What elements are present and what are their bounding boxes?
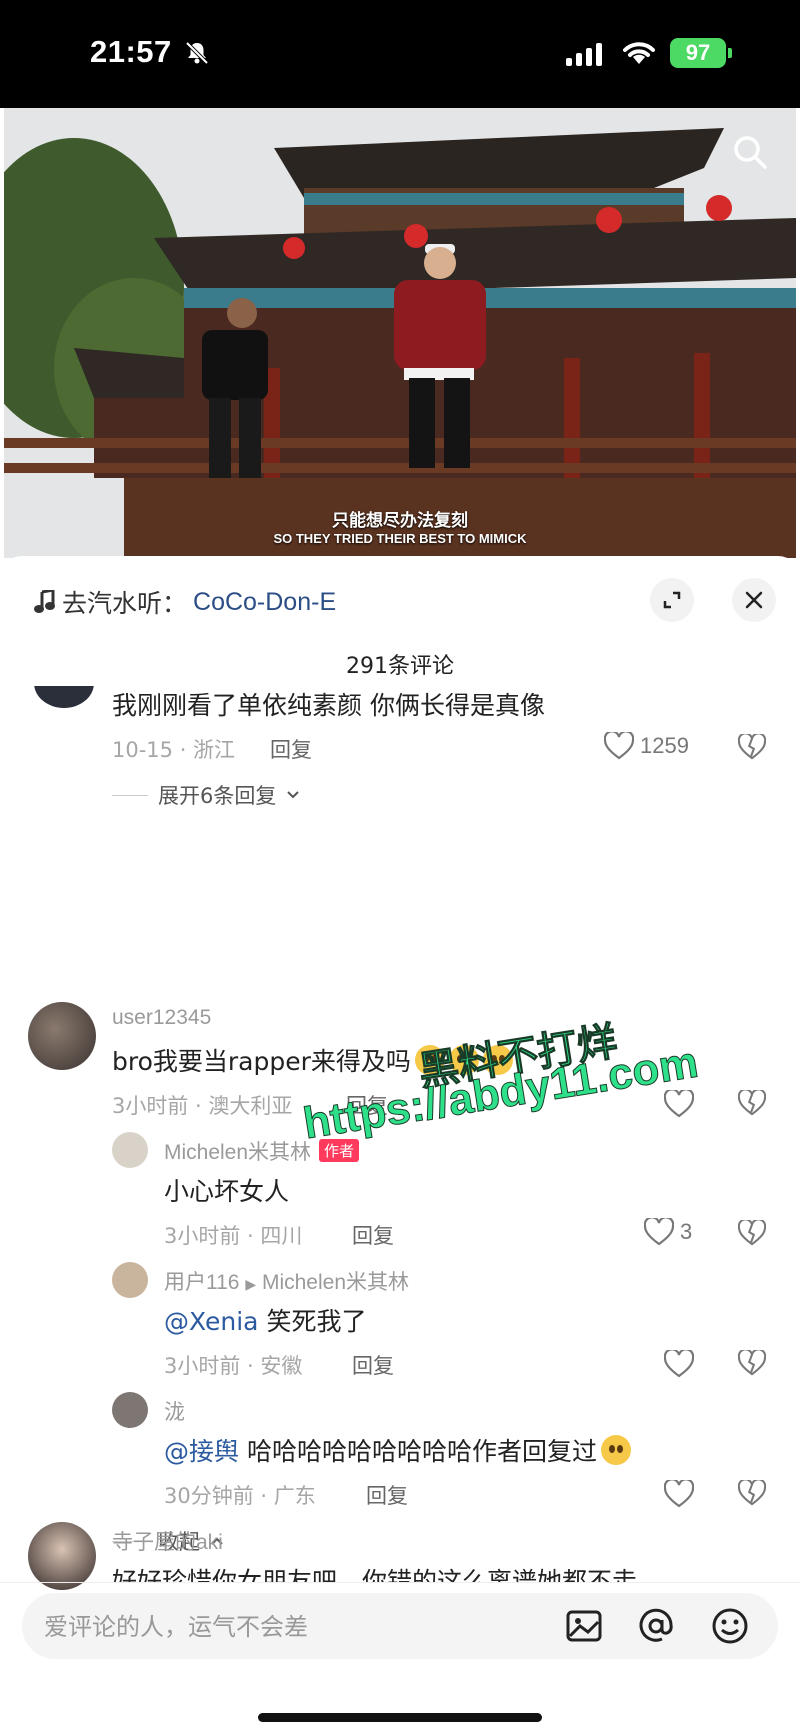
- video-player[interactable]: 只能想尽办法复刻 SO THEY TRIED THEIR BEST TO MIM…: [4, 108, 796, 558]
- comment-input-bar: [22, 1593, 778, 1661]
- reply-meta: 3小时前 · 四川: [164, 1224, 303, 1248]
- reply-button[interactable]: 回复: [352, 1220, 394, 1250]
- heart-icon[interactable]: [664, 1090, 694, 1118]
- comment-sheet: 去汽水听： CoCo-Don-E 291条评论 我刚刚看了单依纯素颜 你俩长得是真…: [0, 556, 800, 1735]
- comment-input[interactable]: [42, 1593, 496, 1661]
- reply-button[interactable]: 回复: [352, 1350, 394, 1380]
- comment-clip: 好好珍惜你女朋友吧，你错的这么离谱她都不走: [0, 1558, 800, 1582]
- subtitle-chinese: 只能想尽办法复刻: [332, 511, 468, 531]
- like-count: 3: [680, 1219, 693, 1244]
- avatar[interactable]: [112, 1262, 148, 1298]
- expand-replies-label: 展开6条回复: [158, 784, 277, 808]
- comment-meta: 3小时前 · 澳大利亚: [112, 1094, 293, 1118]
- avatar[interactable]: [28, 1002, 96, 1070]
- comment-count: 291条评论: [346, 654, 454, 679]
- reply-username[interactable]: 泷: [164, 1396, 185, 1426]
- reply-text: @Xenia 笑死我了: [164, 1302, 366, 1338]
- subtitle-english: SO THEY TRIED THEIR BEST TO MIMICK: [273, 531, 527, 546]
- username[interactable]: 寺子屋的aki: [112, 1526, 223, 1556]
- heart-icon: [604, 732, 634, 760]
- dislike-icon[interactable]: [738, 1480, 766, 1506]
- dislike-icon[interactable]: [738, 1220, 766, 1246]
- heart-icon[interactable]: [664, 1350, 694, 1378]
- username[interactable]: user12345: [112, 1006, 211, 1030]
- mention-link[interactable]: @Xenia: [164, 1307, 259, 1336]
- cellular-signal-icon: [566, 42, 602, 66]
- reply-text: 小心坏女人: [164, 1177, 290, 1206]
- heart-icon: [644, 1218, 674, 1246]
- like-button[interactable]: 1259: [604, 732, 689, 760]
- expand-button[interactable]: [650, 578, 694, 622]
- reply-username-text: Michelen米其林: [164, 1141, 312, 1164]
- reply-meta: 30分钟前 · 广东: [164, 1484, 316, 1508]
- input-divider: [0, 1582, 800, 1583]
- mention-link[interactable]: @接舆: [164, 1437, 239, 1466]
- home-indicator[interactable]: [258, 1713, 542, 1722]
- avatar[interactable]: [34, 686, 94, 708]
- reply-to-user: Michelen米其林: [261, 1271, 409, 1294]
- reply-button[interactable]: 回复: [366, 1480, 408, 1510]
- reply-text: @接舆 哈哈哈哈哈哈哈哈哈作者回复过: [164, 1432, 631, 1468]
- comment-text-content: bro我要当rapper来得及吗: [112, 1047, 411, 1076]
- heart-icon[interactable]: [664, 1480, 694, 1508]
- music-note-icon: [34, 590, 55, 613]
- reply-text-content: 笑死我了: [258, 1307, 367, 1336]
- reply-button[interactable]: 回复: [270, 734, 312, 764]
- like-count: 1259: [640, 733, 689, 758]
- battery-indicator: 97: [670, 38, 732, 68]
- laughing-emoji-icon: [600, 1435, 631, 1465]
- close-button[interactable]: [732, 578, 776, 622]
- status-time: 21:57: [90, 34, 172, 69]
- close-icon: [745, 591, 763, 609]
- like-button[interactable]: 3: [644, 1218, 692, 1246]
- emoji-icon[interactable]: [710, 1606, 750, 1646]
- video-frame: [4, 108, 796, 558]
- status-bar: 21:57 97: [0, 0, 800, 108]
- at-mention-icon[interactable]: [636, 1606, 676, 1646]
- dislike-icon[interactable]: [738, 1090, 766, 1116]
- reply-username[interactable]: 用户116 ▶ Michelen米其林: [164, 1266, 409, 1296]
- divider-line: [112, 794, 148, 796]
- wifi-icon: [623, 42, 655, 64]
- silent-bell-icon: [185, 41, 209, 65]
- dislike-icon[interactable]: [738, 734, 766, 760]
- avatar[interactable]: [112, 1392, 148, 1428]
- music-prefix: 去汽水听：: [62, 589, 188, 618]
- reply-username-text: 用户116: [164, 1271, 240, 1294]
- chevron-down-icon: [287, 791, 300, 799]
- expand-replies[interactable]: 展开6条回复: [112, 780, 300, 810]
- reply-text-content: 哈哈哈哈哈哈哈哈哈作者回复过: [239, 1437, 597, 1466]
- expand-icon: [663, 591, 681, 609]
- comment-text: 好好珍惜你女朋友吧，你错的这么离谱她都不走: [112, 1567, 638, 1582]
- reply-arrow-icon: ▶: [245, 1276, 257, 1292]
- comment-text: 我刚刚看了单依纯素颜 你俩长得是真像: [112, 691, 545, 720]
- music-link[interactable]: 去汽水听： CoCo-Don-E: [34, 584, 336, 620]
- reply-meta: 3小时前 · 安徽: [164, 1354, 303, 1378]
- comment-meta: 10-15 · 浙江: [112, 738, 236, 762]
- music-name[interactable]: CoCo-Don-E: [193, 588, 336, 617]
- image-icon[interactable]: [564, 1606, 604, 1646]
- dislike-icon[interactable]: [738, 1350, 766, 1376]
- avatar[interactable]: [112, 1132, 148, 1168]
- search-icon[interactable]: [730, 132, 770, 172]
